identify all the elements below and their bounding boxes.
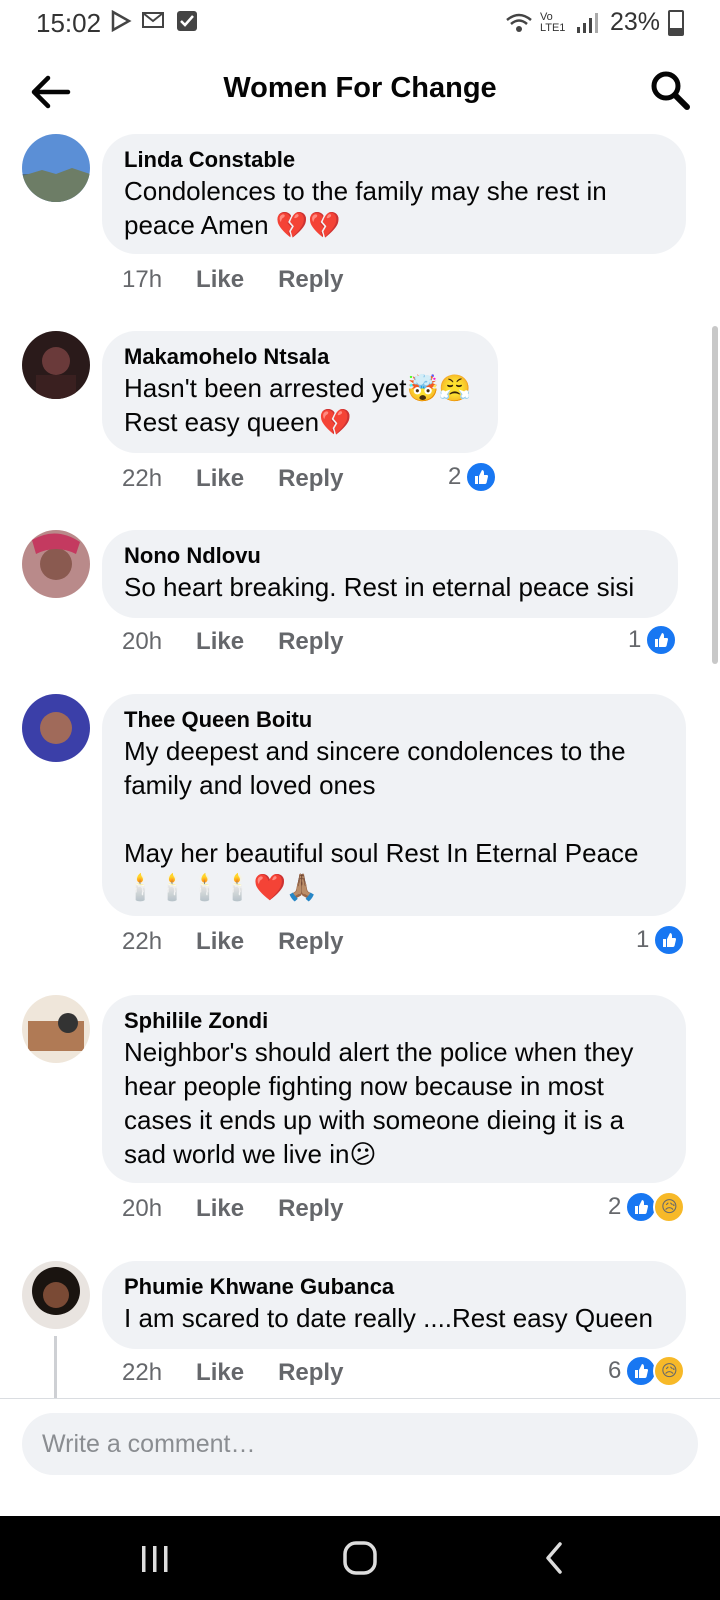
status-time: 15:02 <box>36 8 102 38</box>
comment-actions: 22h Like Reply <box>122 465 343 493</box>
checkbox-icon <box>177 11 197 31</box>
reaction-summary[interactable]: 1 <box>628 624 678 656</box>
like-button[interactable]: Like <box>196 1359 244 1387</box>
system-nav-bar <box>0 1516 720 1600</box>
reply-button[interactable]: Reply <box>278 1359 343 1387</box>
comment-bubble[interactable]: Sphilile Zondi Neighbor's should alert t… <box>102 995 686 1183</box>
reply-button[interactable]: Reply <box>278 928 343 956</box>
comment-text: Condolences to the family may she rest i… <box>124 176 614 240</box>
reply-thread-line <box>54 1336 57 1400</box>
comment-text: I am scared to date really ....Rest easy… <box>124 1303 653 1333</box>
comment-author[interactable]: Linda Constable <box>124 146 664 174</box>
reaction-count: 2 <box>448 463 462 490</box>
comment-author[interactable]: Thee Queen Boitu <box>124 706 664 734</box>
comment-text: My deepest and sincere condolences to th… <box>124 736 639 902</box>
thumbs-up-icon <box>645 624 678 656</box>
avatar[interactable] <box>22 995 90 1063</box>
top-bar: Women For Change <box>0 56 720 128</box>
comment-author[interactable]: Nono Ndlovu <box>124 542 656 570</box>
back-icon[interactable] <box>530 1538 580 1578</box>
comment-bubble[interactable]: Linda Constable Condolences to the famil… <box>102 134 686 254</box>
like-button[interactable]: Like <box>196 465 244 493</box>
comment-bubble[interactable]: Thee Queen Boitu My deepest and sincere … <box>102 694 686 916</box>
signal-icon <box>576 12 598 33</box>
mail-settings-icon <box>142 12 164 28</box>
reaction-count: 1 <box>636 926 650 953</box>
avatar[interactable] <box>22 331 90 399</box>
comment-time[interactable]: 22h <box>122 465 162 493</box>
search-icon[interactable] <box>650 70 690 110</box>
status-bar: 15:02 Vo LTE1 23% <box>0 0 720 48</box>
comment-bubble[interactable]: Makamohelo Ntsala Hasn't been arrested y… <box>102 331 498 453</box>
like-button[interactable]: Like <box>196 928 244 956</box>
reply-button[interactable]: Reply <box>278 628 343 656</box>
comment-time[interactable]: 20h <box>122 1195 162 1223</box>
reaction-count: 1 <box>628 626 642 653</box>
comment-text: Hasn't been arrested yet🤯😤 Rest easy que… <box>124 373 472 437</box>
page-title: Women For Change <box>223 72 497 104</box>
like-button[interactable]: Like <box>196 266 244 294</box>
avatar[interactable] <box>22 1261 90 1329</box>
wifi-icon <box>506 13 532 32</box>
comment-time[interactable]: 17h <box>122 266 162 294</box>
reply-button[interactable]: Reply <box>278 1195 343 1223</box>
reply-button[interactable]: Reply <box>278 465 343 493</box>
reply-button[interactable]: Reply <box>278 266 343 294</box>
comment-actions: 20h Like Reply <box>122 628 343 656</box>
comment-time[interactable]: 20h <box>122 628 162 656</box>
comment-text: Neighbor's should alert the police when … <box>124 1037 641 1169</box>
comment-author[interactable]: Sphilile Zondi <box>124 1007 664 1035</box>
home-icon[interactable] <box>335 1538 385 1578</box>
avatar[interactable] <box>22 134 90 202</box>
avatar[interactable] <box>22 530 90 598</box>
comment-time[interactable]: 22h <box>122 1359 162 1387</box>
comment-actions: 17h Like Reply <box>122 266 343 294</box>
battery-icon <box>668 9 684 36</box>
comment-actions: 22h Like Reply <box>122 928 343 956</box>
notification-icons <box>110 10 198 32</box>
reaction-summary[interactable]: 1 <box>636 924 686 956</box>
reaction-summary[interactable]: 2 😥 <box>608 1191 686 1223</box>
comment-bubble[interactable]: Nono Ndlovu So heart breaking. Rest in e… <box>102 530 678 618</box>
play-store-icon <box>111 10 132 32</box>
comment-actions: 22h Like Reply <box>122 1359 343 1387</box>
sad-face-icon: 😥 <box>653 1191 686 1223</box>
reaction-summary[interactable]: 2 <box>448 461 498 493</box>
comment-composer <box>0 1398 720 1491</box>
comment-text: So heart breaking. Rest in eternal peace… <box>124 572 635 602</box>
sad-face-icon: 😥 <box>653 1355 686 1387</box>
status-right: Vo LTE1 23% <box>506 8 684 37</box>
network-label: Vo LTE1 <box>539 10 566 34</box>
comment-author[interactable]: Phumie Khwane Gubanca <box>124 1273 664 1301</box>
comment-input[interactable] <box>22 1413 698 1475</box>
avatar[interactable] <box>22 694 90 762</box>
battery-percent: 23% <box>609 8 660 36</box>
reaction-summary[interactable]: 6 😥 <box>608 1355 686 1387</box>
comment-bubble[interactable]: Phumie Khwane Gubanca I am scared to dat… <box>102 1261 686 1349</box>
like-button[interactable]: Like <box>196 1195 244 1223</box>
thumbs-up-icon <box>465 461 498 493</box>
scrollbar[interactable] <box>712 326 718 664</box>
recent-apps-icon[interactable] <box>130 1538 180 1578</box>
comment-actions: 20h Like Reply <box>122 1195 343 1223</box>
like-button[interactable]: Like <box>196 628 244 656</box>
reaction-count: 2 <box>608 1193 622 1220</box>
comment-time[interactable]: 22h <box>122 928 162 956</box>
comment-author[interactable]: Makamohelo Ntsala <box>124 343 476 371</box>
reaction-count: 6 <box>608 1357 622 1384</box>
thumbs-up-icon <box>653 924 686 956</box>
